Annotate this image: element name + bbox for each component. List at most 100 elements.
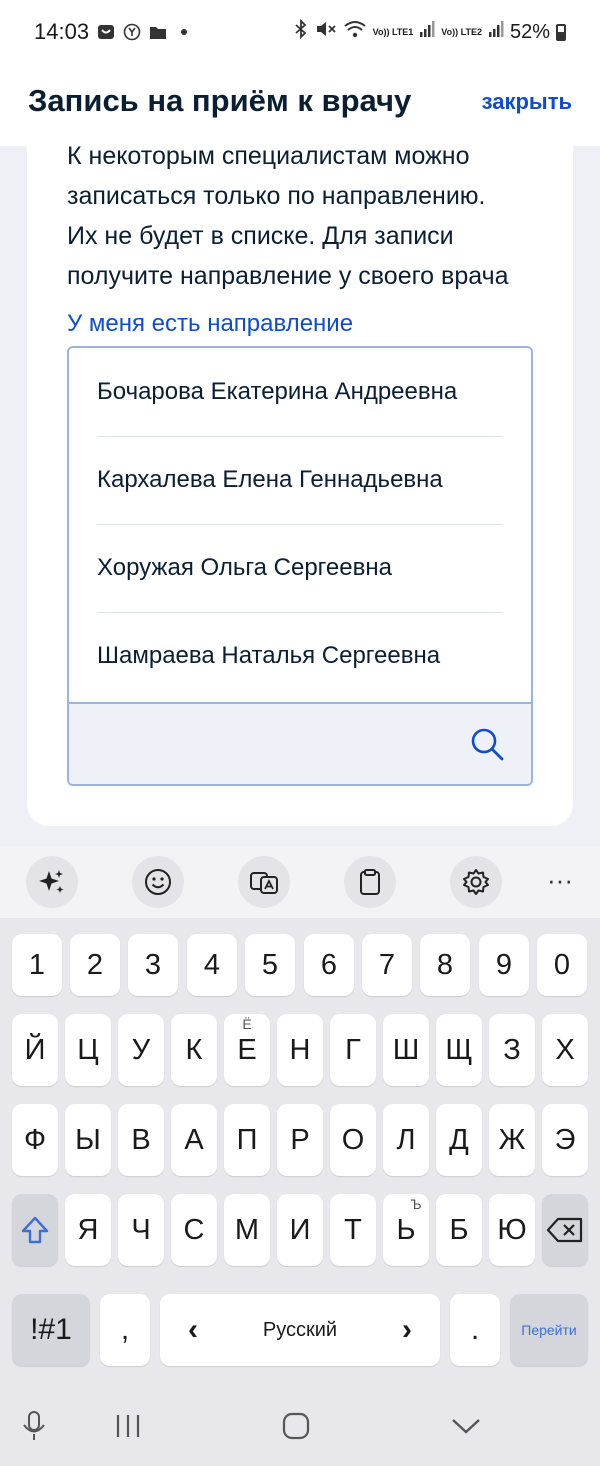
key-7[interactable]: 7 — [362, 934, 412, 996]
info-line: К некоторым специалистам можно — [67, 142, 470, 170]
key-letter[interactable]: И — [277, 1194, 323, 1266]
navigation-bar — [0, 1386, 600, 1466]
key-2[interactable]: 2 — [70, 934, 120, 996]
close-button[interactable]: закрыть — [482, 89, 572, 115]
shopping-bag-icon — [96, 22, 116, 42]
more-icon[interactable]: ··· — [540, 860, 580, 900]
key-8[interactable]: 8 — [420, 934, 470, 996]
key-letter[interactable]: Д — [436, 1104, 482, 1176]
mute-icon — [315, 19, 337, 45]
status-bar: 14:03 Vo)) LTE1 Vo)) LTE2 52% — [0, 0, 600, 64]
translate-icon[interactable] — [238, 856, 290, 908]
key-letter[interactable]: Ш — [383, 1014, 429, 1086]
key-letter[interactable]: Н — [277, 1014, 323, 1086]
doctor-item[interactable]: Хоружая Ольга Сергеевна — [97, 524, 503, 612]
key-letter[interactable]: Э — [542, 1104, 588, 1176]
recent-apps-icon[interactable] — [108, 1406, 148, 1446]
bluetooth-icon — [293, 18, 309, 45]
key-letter[interactable]: С — [171, 1194, 217, 1266]
status-left-icons — [96, 22, 194, 42]
wifi-icon — [343, 19, 367, 45]
key-1[interactable]: 1 — [12, 934, 62, 996]
referral-link[interactable]: У меня есть направление — [67, 310, 353, 338]
doctor-name: Хоружая Ольга Сергеевна — [97, 554, 392, 581]
signal-icon — [488, 20, 504, 44]
key-0[interactable]: 0 — [537, 934, 587, 996]
search-area — [69, 702, 531, 784]
battery-percent: 52% — [509, 20, 550, 43]
key-letter[interactable]: Л — [383, 1104, 429, 1176]
doctor-list: Бочарова Екатерина Андреевна Кархалева Е… — [69, 348, 531, 702]
search-icon[interactable] — [469, 726, 505, 762]
clipboard-icon[interactable] — [344, 856, 396, 908]
key-hint: Ъ — [410, 1196, 422, 1212]
info-line: Их не будет в списке. Для записи — [67, 222, 454, 250]
home-icon[interactable] — [276, 1406, 316, 1446]
space-key[interactable]: ‹ Русский › — [160, 1294, 440, 1366]
key-letter[interactable]: Р — [277, 1104, 323, 1176]
key-letter[interactable]: Ц — [65, 1014, 111, 1086]
key-letter[interactable]: Г — [330, 1014, 376, 1086]
key-letter[interactable]: Ю — [489, 1194, 535, 1266]
keyboard: ··· 1 2 3 4 5 6 7 8 9 0 Й Ц У К Ё Е Н Г … — [0, 846, 600, 1386]
key-letter[interactable]: А — [171, 1104, 217, 1176]
key-letter[interactable]: З — [489, 1014, 535, 1086]
back-chevron-icon[interactable] — [446, 1406, 486, 1446]
key-letter[interactable]: У — [118, 1014, 164, 1086]
battery-icon — [556, 23, 566, 41]
period-key[interactable]: . — [450, 1294, 500, 1366]
key-letter[interactable]: Ж — [489, 1104, 535, 1176]
status-time: 14:03 — [34, 19, 90, 44]
key-6[interactable]: 6 — [304, 934, 354, 996]
shift-key[interactable] — [12, 1194, 58, 1266]
settings-icon[interactable] — [450, 856, 502, 908]
key-letter[interactable]: Я — [65, 1194, 111, 1266]
key-label: Ь — [396, 1213, 416, 1246]
info-line: записаться только по направлению. — [67, 182, 486, 210]
key-letter[interactable]: О — [330, 1104, 376, 1176]
key-letter[interactable]: Ч — [118, 1194, 164, 1266]
doctor-item[interactable]: Бочарова Екатерина Андреевна — [97, 348, 503, 436]
info-text: К некоторым специалистам можно записатьс… — [67, 136, 547, 296]
backspace-icon — [546, 1217, 583, 1243]
right-arrow-icon: › — [402, 1313, 412, 1346]
doctor-item[interactable]: Кархалева Елена Геннадьевна — [97, 436, 503, 524]
symbols-key[interactable]: !#1 — [12, 1294, 90, 1366]
content-card: К некоторым специалистам можно записатьс… — [27, 120, 573, 826]
key-letter[interactable]: Б — [436, 1194, 482, 1266]
doctor-name: Бочарова Екатерина Андреевна — [97, 378, 458, 405]
comma-key[interactable]: , — [100, 1294, 150, 1366]
doctor-name: Кархалева Елена Геннадьевна — [97, 466, 443, 493]
microphone-icon[interactable] — [14, 1406, 54, 1446]
yandex-icon — [122, 22, 142, 42]
key-letter[interactable]: М — [224, 1194, 270, 1266]
key-3[interactable]: 3 — [128, 934, 178, 996]
go-key[interactable]: Перейти — [510, 1294, 588, 1366]
key-letter[interactable]: В — [118, 1104, 164, 1176]
backspace-key[interactable] — [542, 1194, 588, 1266]
doctor-item[interactable]: Шамраева Наталья Сергеевна — [97, 612, 503, 700]
volte1-icon: Vo)) LTE1 — [372, 26, 414, 37]
search-input[interactable] — [89, 722, 459, 766]
key-letter[interactable]: Х — [542, 1014, 588, 1086]
emoji-icon[interactable] — [132, 856, 184, 908]
key-letter[interactable]: Й — [12, 1014, 58, 1086]
key-letter-e[interactable]: Ё Е — [224, 1014, 270, 1086]
key-label: Е — [237, 1033, 257, 1066]
key-9[interactable]: 9 — [479, 934, 529, 996]
key-letter[interactable]: Т — [330, 1194, 376, 1266]
page-title: Запись на приём к врачу — [28, 83, 412, 118]
key-letter[interactable]: Ф — [12, 1104, 58, 1176]
key-letter[interactable]: П — [224, 1104, 270, 1176]
space-label: Русский — [262, 1318, 338, 1341]
doctor-dropdown: Бочарова Екатерина Андреевна Кархалева Е… — [67, 346, 533, 786]
key-letter[interactable]: Щ — [436, 1014, 482, 1086]
sparkle-icon[interactable] — [26, 856, 78, 908]
key-5[interactable]: 5 — [245, 934, 295, 996]
key-letter[interactable]: К — [171, 1014, 217, 1086]
key-letter[interactable]: Ы — [65, 1104, 111, 1176]
key-letter-soft-sign[interactable]: Ъ Ь — [383, 1194, 429, 1266]
key-4[interactable]: 4 — [187, 934, 237, 996]
keyboard-toolbar: ··· — [0, 846, 600, 918]
signal-icon — [419, 20, 435, 44]
